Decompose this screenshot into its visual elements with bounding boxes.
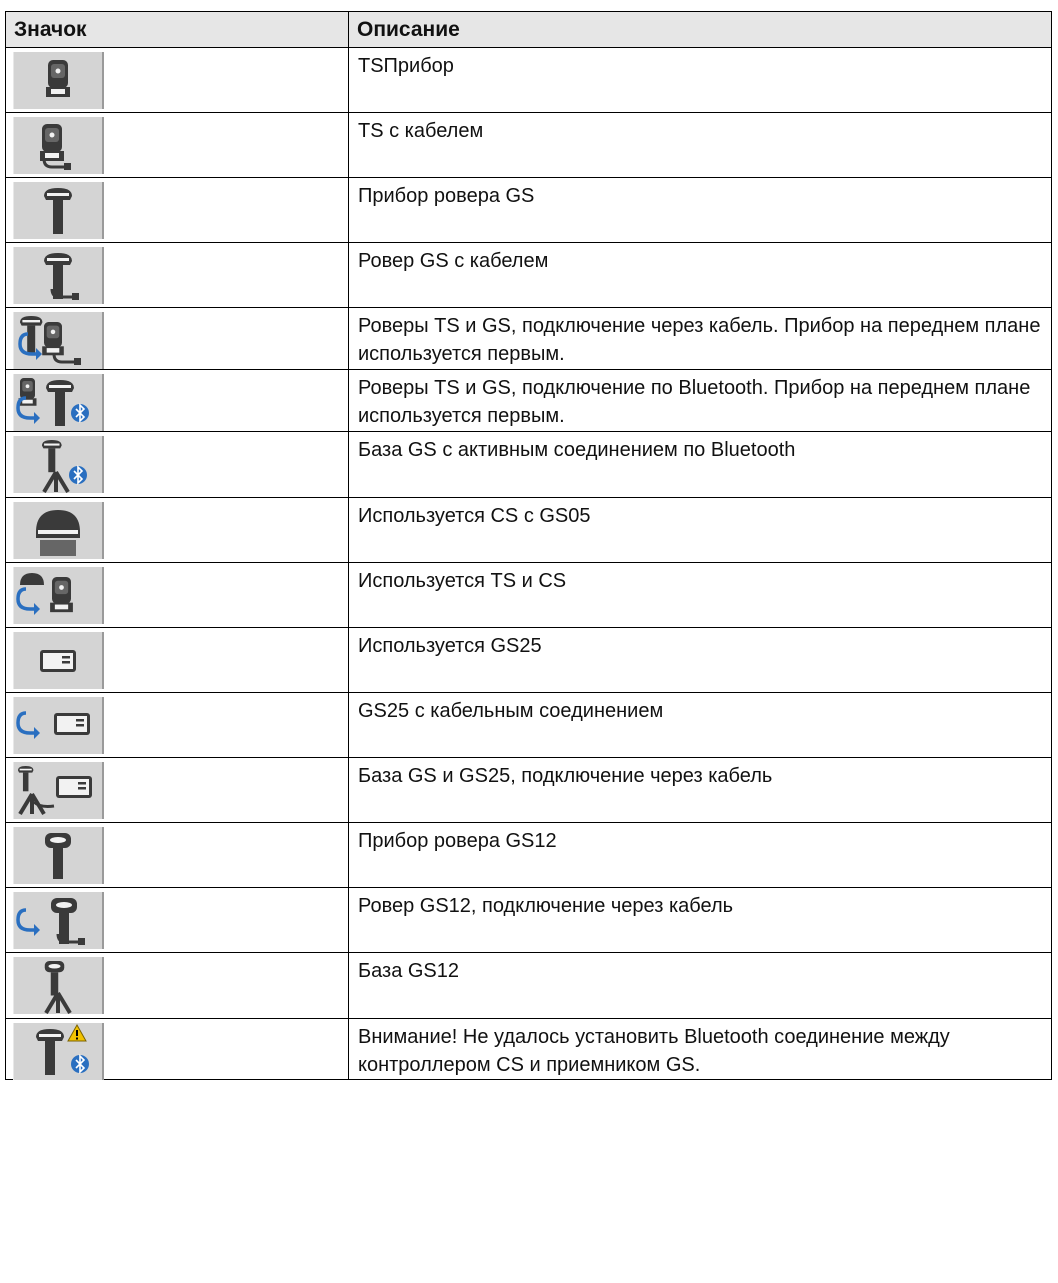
table-row: Используется CS с GS05 [5,497,1052,563]
table-row: Ровер GS12, подключение через кабель [5,887,1052,953]
icon-cell [5,497,349,563]
ts-cable-icon [13,117,104,174]
icon-cell [5,47,349,113]
table-row: База GS12 [5,952,1052,1019]
icon-cell [5,307,349,370]
description-cell: TSПрибор [348,47,1052,113]
description-cell: Ровер GS12, подключение через кабель [348,887,1052,953]
description-cell: Прибор ровера GS [348,177,1052,243]
description-cell: Используется GS25 [348,627,1052,693]
gs25-icon [13,632,104,689]
table-row: Ровер GS с кабелем [5,242,1052,308]
table-row: Прибор ровера GS12 [5,822,1052,888]
description-cell: Используется TS и CS [348,562,1052,628]
icon-cell [5,177,349,243]
icon-cell [5,431,349,498]
gs-base-gs25-cable-icon [13,762,104,819]
ts-gs-cable-icon [13,312,104,369]
description-cell: GS25 с кабельным соединением [348,692,1052,758]
gs-base-bluetooth-icon [13,436,104,493]
icon-cell [5,952,349,1019]
icon-cell [5,692,349,758]
description-cell: TS с кабелем [348,112,1052,178]
gs-rover-icon [13,182,104,239]
icon-cell [5,887,349,953]
table-row: TS с кабелем [5,112,1052,178]
gs12-base-icon [13,957,104,1014]
description-cell: База GS и GS25, подключение через кабель [348,757,1052,823]
icon-cell [5,1018,349,1080]
icon-cell [5,242,349,308]
icon-cell [5,112,349,178]
table-row: Внимание! Не удалось установить Bluetoot… [5,1018,1052,1080]
gs12-rover-cable-icon [13,892,104,949]
cs-gs05-icon [13,502,104,559]
description-cell: База GS с активным соединением по Blueto… [348,431,1052,498]
bluetooth-warning-icon [13,1023,104,1080]
table-row: Используется GS25 [5,627,1052,693]
table-row: База GS и GS25, подключение через кабель [5,757,1052,823]
table-row: Прибор ровера GS [5,177,1052,243]
ts-gs-bluetooth-icon [13,374,104,431]
table-row: GS25 с кабельным соединением [5,692,1052,758]
icon-cell [5,822,349,888]
icon-cell [5,757,349,823]
table-row: База GS с активным соединением по Blueto… [5,431,1052,498]
icon-column-header: Значок [5,11,349,48]
icon-cell [5,369,349,432]
description-cell: Внимание! Не удалось установить Bluetoot… [348,1018,1052,1080]
table-row: TSПрибор [5,47,1052,113]
icon-cell [5,627,349,693]
description-cell: База GS12 [348,952,1052,1019]
description-cell: Используется CS с GS05 [348,497,1052,563]
table-row: Используется TS и CS [5,562,1052,628]
description-column-header: Описание [348,11,1052,48]
gs-rover-cable-icon [13,247,104,304]
description-cell: Ровер GS с кабелем [348,242,1052,308]
description-cell: Прибор ровера GS12 [348,822,1052,888]
table-row: Роверы TS и GS, подключение по Bluetooth… [5,369,1052,432]
ts-cs-icon [13,567,104,624]
icon-cell [5,562,349,628]
gs25-cable-icon [13,697,104,754]
ts-instrument-icon [13,52,104,109]
description-cell: Роверы TS и GS, подключение через кабель… [348,307,1052,370]
description-cell: Роверы TS и GS, подключение по Bluetooth… [348,369,1052,432]
table-header-row: Значок Описание [5,11,1052,48]
gs12-rover-icon [13,827,104,884]
table-row: Роверы TS и GS, подключение через кабель… [5,307,1052,370]
icon-table: Значок Описание TSПрибор TS с кабелем Пр… [5,11,1052,1080]
